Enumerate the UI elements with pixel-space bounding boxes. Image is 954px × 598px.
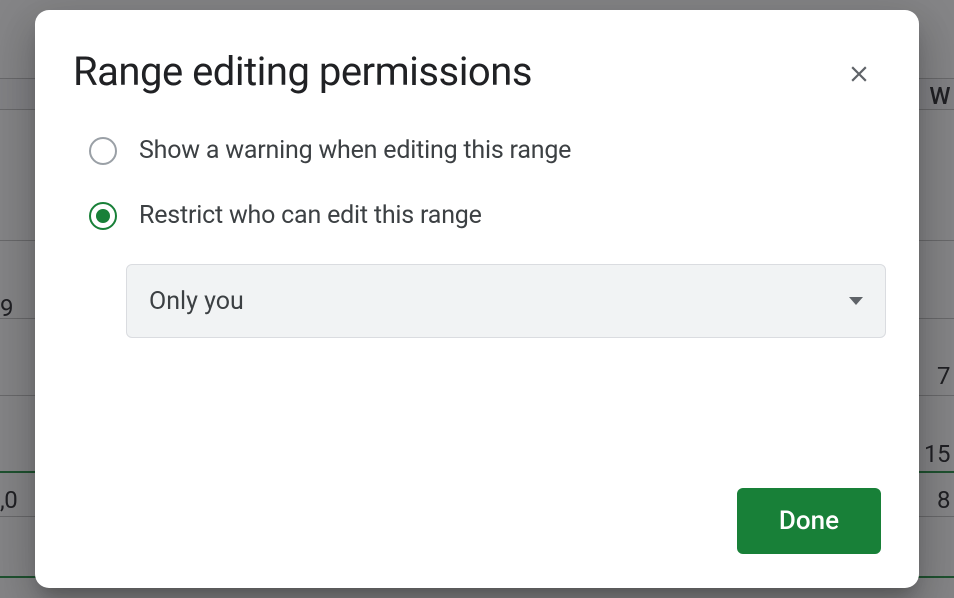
select-value: Only you: [149, 287, 244, 316]
radio-icon: [89, 137, 117, 165]
close-icon: [846, 61, 872, 87]
chevron-down-icon: [849, 297, 863, 305]
radio-restrict[interactable]: Restrict who can edit this range: [89, 201, 881, 230]
radio-label: Show a warning when editing this range: [139, 136, 571, 165]
close-button[interactable]: [837, 52, 881, 96]
restrict-select[interactable]: Only you: [126, 264, 886, 338]
permission-radio-group: Show a warning when editing this range R…: [73, 136, 881, 230]
range-permissions-dialog: Range editing permissions Show a warning…: [35, 10, 919, 588]
dialog-title: Range editing permissions: [73, 46, 532, 98]
radio-show-warning[interactable]: Show a warning when editing this range: [89, 136, 881, 165]
radio-label: Restrict who can edit this range: [139, 201, 482, 230]
dialog-header: Range editing permissions: [73, 46, 881, 98]
radio-icon-selected: [89, 202, 117, 230]
dialog-footer: Done: [73, 488, 881, 554]
restrict-select-wrap: Only you: [126, 264, 886, 338]
done-button[interactable]: Done: [737, 488, 881, 554]
